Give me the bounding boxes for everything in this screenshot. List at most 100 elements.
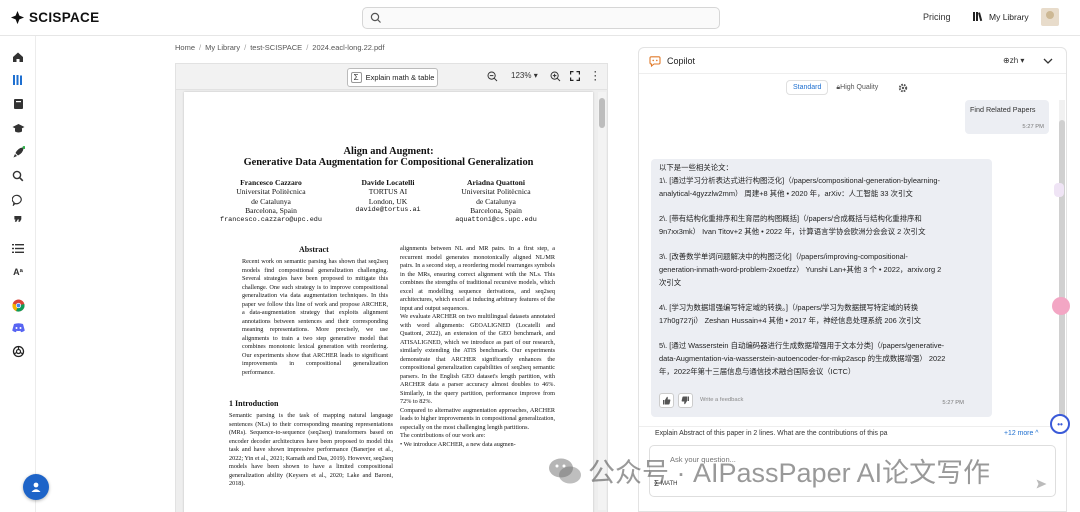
search-input[interactable] <box>362 7 720 29</box>
library-nav-icon[interactable] <box>11 73 25 87</box>
thumbs-down-icon[interactable] <box>678 393 693 408</box>
answer-line: 年，2022年第十三届信息与通信技术融合国际会议（ICTC） <box>659 367 856 376</box>
openai-icon[interactable] <box>11 344 25 358</box>
pricing-link[interactable]: Pricing <box>923 12 951 22</box>
author-email: aquattoni@cs.upc.edu <box>455 215 537 224</box>
quote-icon[interactable]: ❞ <box>11 216 25 232</box>
thumbs-up-icon[interactable] <box>659 393 674 408</box>
pdf-viewer[interactable]: Align and Augment: Generative Data Augme… <box>175 90 608 512</box>
account-fab-button[interactable] <box>23 474 49 500</box>
search-icon <box>370 12 381 23</box>
answer-line: 4\. [学习为数据增强编写特定域的转换。]（/papers/学习为数据撰写特定… <box>659 303 919 312</box>
copilot-panel: Copilot ⊕zh ▾ Standard 🔒︎High Quality Fi… <box>638 47 1067 512</box>
notebook-icon[interactable] <box>11 97 25 111</box>
breadcrumb-home[interactable]: Home <box>175 43 195 52</box>
copilot-scrollbar[interactable] <box>1059 100 1065 430</box>
user-message-text: Find Related Papers <box>970 105 1036 114</box>
abstract-heading: Abstract <box>299 245 329 254</box>
chat-icon[interactable] <box>11 193 25 207</box>
my-library-link[interactable]: My Library <box>973 11 1029 22</box>
brand-name: SCISPACE <box>29 10 100 25</box>
watermark: 公众号 · AIPassPaper AI论文写作 <box>548 451 990 490</box>
globe-icon: ⊕ <box>1003 56 1010 65</box>
floating-assistant-icon[interactable] <box>1052 297 1070 315</box>
pdf-toolbar: Σ Explain math & table 123% ▾ · · · <box>175 63 608 90</box>
watermark-text: 公众号 · AIPassPaper AI论文写作 <box>588 458 991 488</box>
author-affiliation: Universitat Politècnica <box>236 187 306 197</box>
paper-title-line1: Align and Augment: <box>343 146 434 157</box>
more-suggestions-label: +12 more <box>1004 430 1034 437</box>
answer-line: 2\. [带有结构化重排序和生育层的构图概括]（/papers/合成概括与结构化… <box>659 214 922 223</box>
floating-bot-icon[interactable]: •• <box>1050 414 1070 434</box>
answer-line: 5\. [通过 Wasserstein 自动编码器进行生成数据增强用于文本分类]… <box>659 341 945 350</box>
paper-title-line2: Generative Data Augmentation for Composi… <box>243 157 534 168</box>
language-value: zh <box>1009 56 1019 65</box>
user-icon <box>31 482 41 492</box>
more-suggestions-button[interactable]: +12 more ^ <box>1004 430 1038 437</box>
graduation-cap-icon[interactable] <box>11 121 25 135</box>
library-icon <box>973 12 983 22</box>
zoom-level-select[interactable]: 123% ▾ <box>511 71 538 80</box>
mode-standard-button[interactable]: Standard <box>786 80 829 95</box>
author-block: Francesco Cazzaro Universitat Politècnic… <box>211 178 331 225</box>
floating-widget-icon[interactable] <box>1054 183 1064 197</box>
breadcrumb-folder[interactable]: test-SCISPACE <box>250 43 302 52</box>
abstract-text: Recent work on semantic parsing has show… <box>242 258 388 376</box>
scrollbar-thumb[interactable] <box>599 98 605 128</box>
author-email: francesco.cazzaro@upc.edu <box>220 215 322 224</box>
author-affiliation: TORTUS AI <box>368 187 408 197</box>
home-icon[interactable] <box>11 50 25 64</box>
answer-line: 以下是一些相关论文： <box>659 163 733 172</box>
assistant-message: 以下是一些相关论文： 1\. [通过学习分析表达式进行构图泛化]（/papers… <box>651 159 992 417</box>
message-timestamp: 5:27 PM <box>942 400 964 406</box>
user-avatar[interactable] <box>1041 8 1059 26</box>
discord-icon[interactable] <box>11 321 25 335</box>
zoom-in-icon[interactable] <box>550 71 561 82</box>
author-block: Davide Locatelli TORTUS AI London, UK da… <box>328 178 448 216</box>
copilot-header: Copilot ⊕zh ▾ <box>639 48 1066 74</box>
pdf-scrollbar[interactable] <box>598 92 606 510</box>
suggested-question-bar: Explain Abstract of this paper in 2 line… <box>639 426 1066 442</box>
answer-line: analytical-4gyzzlw2mm） 周建+8 其他 • 2020 年，… <box>659 189 913 198</box>
zoom-out-icon[interactable] <box>487 71 498 82</box>
mode-high-quality-button[interactable]: 🔒︎High Quality <box>832 81 882 95</box>
more-options-icon[interactable]: · · · <box>594 68 597 85</box>
author-affiliation: Universitat Politècnica <box>461 187 531 197</box>
answer-line: data-Augmentation-via-wasserstein-autoen… <box>659 354 946 363</box>
wechat-icon <box>549 458 581 483</box>
suggested-question[interactable]: Explain Abstract of this paper in 2 line… <box>655 430 888 437</box>
chevron-down-icon[interactable] <box>1043 58 1053 65</box>
copilot-icon <box>649 56 661 67</box>
breadcrumb-my-library[interactable]: My Library <box>205 43 240 52</box>
message-timestamp: 5:27 PM <box>1022 124 1044 130</box>
list-icon[interactable] <box>11 241 25 255</box>
rocket-icon[interactable] <box>11 145 25 159</box>
pdf-page: Align and Augment: Generative Data Augme… <box>184 92 593 512</box>
translate-icon[interactable]: Aª <box>11 265 25 279</box>
author-affiliation: de Catalunya <box>251 196 291 206</box>
breadcrumb: Home / My Library / test-SCISPACE/ 2024.ea… <box>175 43 385 52</box>
search-nav-icon[interactable] <box>11 169 25 183</box>
answer-line: 17h0g727ji） Zeshan Hussain+4 其他 • 2017 年… <box>659 316 921 325</box>
fullscreen-icon[interactable] <box>570 71 580 81</box>
author-affiliation: de Catalunya <box>476 196 516 206</box>
top-bar: SCISPACE Pricing My Library <box>0 0 1080 36</box>
scrollbar-thumb[interactable] <box>1059 120 1065 430</box>
send-icon[interactable] <box>1036 479 1047 489</box>
answer-line: 3\. [改善数学单词问题解决中的构图泛化]（/papers/improving… <box>659 252 908 261</box>
author-location: Barcelona, Spain <box>245 206 297 216</box>
breadcrumb-file: 2024.eacl-long.22.pdf <box>312 43 385 52</box>
sigma-icon: Σ <box>350 72 362 83</box>
intro-text: Semantic parsing is the task of mapping … <box>229 412 393 487</box>
author-name: Ariadna Quattoni <box>466 178 526 187</box>
brand-logo[interactable]: SCISPACE <box>10 10 99 25</box>
explain-label: Explain math & table <box>365 73 435 82</box>
answer-line: generation-inmath-word-problem-2xoetfzz）… <box>659 265 942 274</box>
explain-math-table-button[interactable]: Σ Explain math & table <box>347 68 438 87</box>
write-feedback-link[interactable]: Write a feedback <box>700 394 743 406</box>
language-select[interactable]: ⊕zh ▾ <box>1003 56 1024 65</box>
author-email: davide@tortus.ai <box>355 206 421 215</box>
copilot-title: Copilot <box>667 56 696 66</box>
chrome-icon[interactable] <box>11 298 25 312</box>
settings-gear-icon[interactable] <box>898 83 908 93</box>
